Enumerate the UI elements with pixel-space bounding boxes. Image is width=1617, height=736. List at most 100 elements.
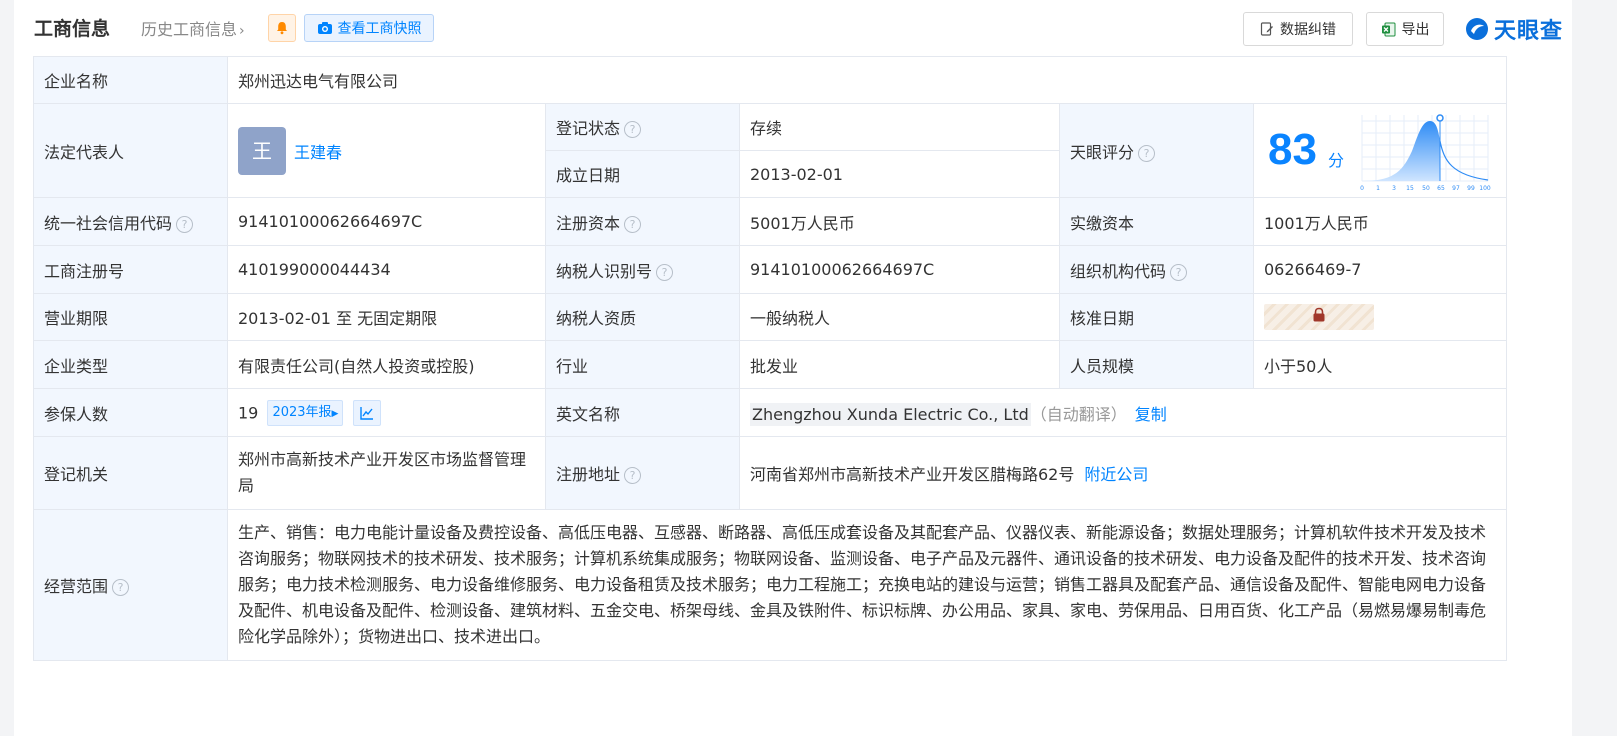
locked-content-button[interactable] [1264,304,1374,330]
score-curve-area [1362,120,1440,181]
chevron-right-icon: › [239,23,245,39]
trend-chart-icon [359,406,373,420]
company-name: 郑州迅达电气有限公司 [227,56,1507,104]
auto-translate-note: （自动翻译） [1030,404,1127,424]
credit-code-label: 统一社会信用代码 [44,213,173,233]
founded-value: 2013-02-01 [739,150,1060,198]
avatar[interactable]: 王 [238,126,286,175]
english-name-label: 英文名称 [545,388,740,437]
taxpayer-qual-label: 纳税人资质 [545,293,740,341]
scope-label: 经营范围 [44,577,109,596]
snapshot-button[interactable]: 查看工商快照 [304,14,434,42]
type-value: 有限责任公司(自然人投资或控股) [227,340,546,389]
table-row: 登记机关 郑州市高新技术产业开发区市场监督管理局 注册地址? 河南省郑州市高新技… [33,436,1507,510]
approval-date-cell [1253,293,1507,341]
edit-doc-icon [1260,21,1273,36]
logo-mark-icon [1466,18,1488,40]
insured-cell: 19 2023年报▶ [227,388,546,437]
approval-date-label: 核准日期 [1059,293,1254,341]
table-row: 营业期限 2013-02-01 至 无固定期限 纳税人资质 一般纳税人 核准日期 [33,293,1507,341]
history-link-label: 历史工商信息 [141,20,238,39]
axis-tick: 97 [1452,185,1460,192]
credit-code-value: 91410100062664697C [227,197,546,246]
org-code-label: 组织机构代码 [1070,261,1167,281]
help-icon[interactable]: ? [656,263,674,281]
table-row: 统一社会信用代码? 91410100062664697C 注册资本? 5001万… [33,197,1507,246]
nearby-companies-link[interactable]: 附近公司 [1084,465,1148,484]
camera-icon [317,22,332,34]
help-icon[interactable]: ? [624,121,642,138]
data-correction-label: 数据纠错 [1280,22,1336,38]
address-value: 河南省郑州市高新技术产业开发区腊梅路62号 [750,465,1075,484]
english-name-value: Zhengzhou Xunda Electric Co., Ltd [750,402,1031,426]
insured-value: 19 [238,403,259,422]
logo-text: 天眼查 [1494,19,1564,44]
axis-tick: 99 [1467,185,1475,192]
table-row: 工商注册号 410199000044434 纳税人识别号? 9141010006… [33,245,1507,294]
staff-label: 人员规模 [1059,340,1254,389]
caret-right-icon: ▶ [331,408,339,419]
reg-capital-value: 5001万人民币 [739,197,1060,246]
score-cell[interactable]: 83 分 0 1 3 15 50 65 97 99 100 [1253,103,1507,198]
authority-value: 郑州市高新技术产业开发区市场监督管理局 [227,436,546,510]
help-icon[interactable]: ? [624,215,642,233]
table-row: 企业名称 郑州迅达电气有限公司 [33,56,1507,104]
bell-icon [277,22,287,35]
axis-tick: 50 [1422,185,1430,192]
score-distribution-chart: 0 1 3 15 50 65 97 99 100 [1360,113,1491,192]
status-label-cell: 登记状态? [545,103,740,151]
score-label-cell: 天眼评分? [1059,103,1254,198]
help-icon[interactable]: ? [112,579,130,596]
section-title: 工商信息 [34,18,111,40]
section-header: 工商信息 历史工商信息 › 查看工商快照 数据纠错 导出 天眼查 [34,10,1570,50]
table-row: 企业类型 有限责任公司(自然人投资或控股) 行业 批发业 人员规模 小于50人 [33,340,1507,389]
axis-tick: 65 [1437,185,1445,192]
credit-code-label-cell: 统一社会信用代码? [33,197,228,246]
org-code-label-cell: 组织机构代码? [1059,245,1254,294]
help-icon[interactable]: ? [176,215,194,233]
tianyancha-logo: 天眼查 [1464,14,1563,44]
help-icon[interactable]: ? [1138,144,1156,162]
export-label: 导出 [1401,22,1430,38]
copy-link[interactable]: 复制 [1135,405,1167,424]
lock-icon [1313,307,1325,322]
score-number: 83 [1268,124,1317,174]
term-value: 2013-02-01 至 无固定期限 [227,293,546,341]
table-row: 参保人数 19 2023年报▶ 英文名称 Zhengzhou Xunda Ele… [33,388,1507,437]
company-name-label: 企业名称 [33,56,228,104]
legal-rep-cell: 王王建春 [227,103,546,198]
taxpayer-id-label: 纳税人识别号 [556,261,653,281]
score-label: 天眼评分 [1070,142,1135,162]
taxpayer-qual-value: 一般纳税人 [739,293,1060,341]
legal-rep-link[interactable]: 王建春 [294,143,342,162]
legal-rep-label: 法定代表人 [33,103,228,198]
scope-value: 生产、销售：电力电能计量设备及费控设备、高低压电器、互感器、断路器、高低压成套设… [227,509,1507,661]
org-code-value: 06266469-7 [1253,245,1507,294]
term-label: 营业期限 [33,293,228,341]
table-row: 法定代表人 王王建春 登记状态? 存续 天眼评分? 83 分 0 1 3 15 … [33,103,1507,198]
industry-label: 行业 [545,340,740,389]
trend-chart-button[interactable] [352,399,381,426]
address-label-cell: 注册地址? [545,436,740,510]
industry-value: 批发业 [739,340,1060,389]
score-widget[interactable]: 83 分 0 1 3 15 50 65 97 99 100 [1255,105,1506,197]
paid-capital-label: 实缴资本 [1059,197,1254,246]
annual-report-badge[interactable]: 2023年报▶ [267,399,344,426]
reg-capital-label-cell: 注册资本? [545,197,740,246]
annual-report-label: 2023年报 [272,404,332,420]
excel-icon [1381,22,1395,36]
help-icon[interactable]: ? [624,467,642,484]
axis-tick: 3 [1392,185,1396,192]
export-button[interactable]: 导出 [1366,12,1444,46]
staff-value: 小于50人 [1253,340,1507,389]
taxpayer-id-value: 91410100062664697C [739,245,1060,294]
score-curve-tail [1439,140,1489,181]
score-unit: 分 [1328,150,1345,170]
data-correction-button[interactable]: 数据纠错 [1243,12,1353,46]
table-row: 经营范围? 生产、销售：电力电能计量设备及费控设备、高低压电器、互感器、断路器、… [33,509,1507,661]
help-icon[interactable]: ? [1170,263,1188,281]
history-info-link[interactable]: 历史工商信息 › [141,16,245,40]
bell-button[interactable] [268,14,296,42]
address-cell: 河南省郑州市高新技术产业开发区腊梅路62号 附近公司 [739,436,1507,510]
axis-tick: 100 [1479,185,1491,192]
